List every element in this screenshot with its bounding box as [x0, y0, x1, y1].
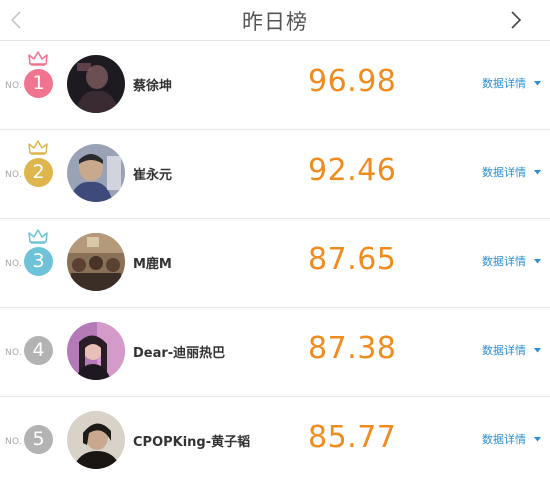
crown-icon [28, 140, 48, 155]
data-detail-button[interactable]: 数据详情 [482, 342, 541, 358]
avatar[interactable] [67, 144, 125, 202]
crown-icon [28, 51, 48, 66]
header: 昨日榜 [0, 0, 550, 41]
data-detail-label: 数据详情 [482, 77, 526, 90]
avatar[interactable] [67, 411, 125, 469]
ranking-row: NO. 4 Dear-迪丽热巴 87.38 数据详情 [0, 308, 550, 397]
ranking-row: NO. 3 M鹿M 87.65 数据详情 [0, 219, 550, 308]
data-detail-button[interactable]: 数据详情 [482, 431, 541, 447]
score-value: 87.38 [308, 331, 397, 366]
no-label: NO. [5, 348, 23, 358]
score-value: 92.46 [308, 153, 397, 188]
rank-badge: 2 [24, 158, 53, 187]
score-value: 85.77 [308, 420, 397, 455]
avatar[interactable] [67, 322, 125, 380]
crown-icon [28, 229, 48, 244]
caret-down-icon [534, 258, 541, 264]
score-value: 87.65 [308, 242, 397, 277]
no-label: NO. [5, 81, 23, 91]
data-detail-label: 数据详情 [482, 166, 526, 179]
rank-badge: 4 [24, 336, 53, 365]
artist-name[interactable]: M鹿M [133, 253, 172, 272]
score-value: 96.98 [308, 64, 397, 99]
no-label: NO. [5, 437, 23, 447]
data-detail-button[interactable]: 数据详情 [482, 75, 541, 91]
chevron-right-icon[interactable] [504, 8, 528, 32]
no-label: NO. [5, 259, 23, 269]
no-label: NO. [5, 170, 23, 180]
data-detail-label: 数据详情 [482, 433, 526, 446]
ranking-row: NO. 2 崔永元 92.46 数据详情 [0, 130, 550, 219]
artist-name[interactable]: Dear-迪丽热巴 [133, 342, 225, 361]
data-detail-label: 数据详情 [482, 344, 526, 357]
rank-badge: 3 [24, 247, 53, 276]
rank-badge: 1 [24, 69, 53, 98]
ranking-row: NO. 5 CPOPKing-黄子韬 85.77 数据详情 [0, 397, 550, 478]
caret-down-icon [534, 80, 541, 86]
avatar[interactable] [67, 233, 125, 291]
caret-down-icon [534, 347, 541, 353]
avatar[interactable] [67, 55, 125, 113]
caret-down-icon [534, 436, 541, 442]
artist-name[interactable]: CPOPKing-黄子韬 [133, 431, 250, 450]
ranking-row: NO. 1 蔡徐坤 96.98 数据详情 [0, 41, 550, 130]
page-title: 昨日榜 [242, 10, 308, 34]
artist-name[interactable]: 崔永元 [133, 164, 172, 183]
data-detail-button[interactable]: 数据详情 [482, 164, 541, 180]
rank-badge: 5 [24, 425, 53, 454]
artist-name[interactable]: 蔡徐坤 [133, 75, 172, 94]
data-detail-label: 数据详情 [482, 255, 526, 268]
caret-down-icon [534, 169, 541, 175]
data-detail-button[interactable]: 数据详情 [482, 253, 541, 269]
